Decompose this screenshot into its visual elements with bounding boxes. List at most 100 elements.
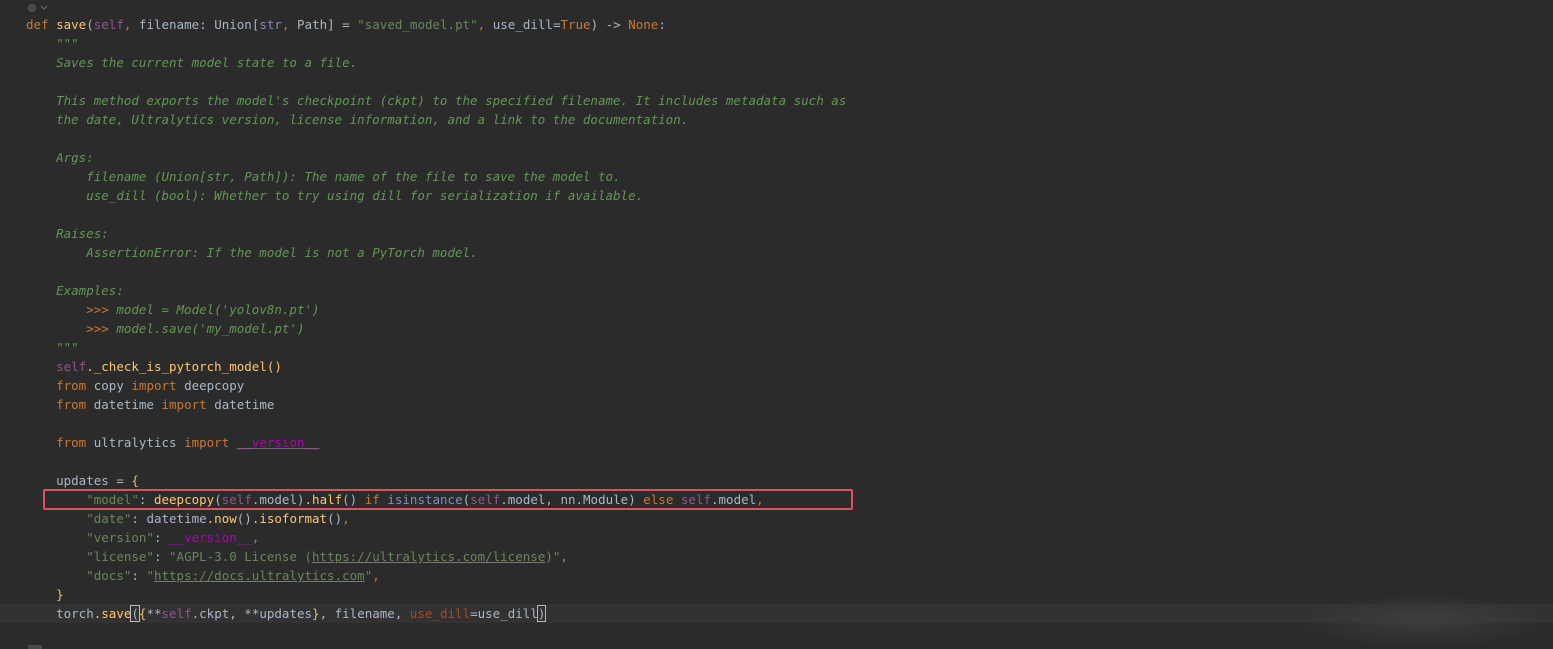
keyword-else: else: [643, 492, 674, 507]
code-line-license: "license": "AGPL-3.0 License (https://ul…: [86, 549, 568, 564]
code-line-def: def save(self, filename: Union[str, Path…: [26, 17, 666, 32]
module-ref: torch: [56, 606, 94, 621]
self-ref: self: [161, 606, 192, 621]
docs-link[interactable]: https://docs.ultralytics.com: [154, 568, 365, 583]
code-line-doc-close: """: [26, 338, 1553, 357]
docstring-text: Raises:: [56, 226, 109, 241]
docstring-text: use_dill (bool): Whether to try using di…: [86, 188, 644, 203]
keyword-from: from: [56, 435, 87, 450]
fold-icon[interactable]: [27, 1, 57, 15]
code-line-ex2: >>> model.save('my_model.pt'): [26, 319, 1553, 338]
docstring-text: Saves the current model state to a file.: [56, 55, 358, 70]
method-call: ._check_is_pytorch_model(): [86, 359, 282, 374]
module-name: datetime: [93, 397, 154, 412]
dict-key: "version": [86, 530, 154, 545]
arguments: , filename,: [319, 606, 410, 621]
code-line-version: "version": __version__,: [86, 530, 260, 545]
literal-none: None: [628, 17, 659, 32]
docstring-text: Examples:: [56, 283, 124, 298]
docstring-text: AssertionError: If the model is not a Py…: [86, 245, 478, 260]
self-ref: self: [470, 492, 501, 507]
self-ref: self: [56, 359, 87, 374]
editor-gutter: [0, 0, 27, 649]
self-ref: self: [680, 492, 711, 507]
docstring-quote: """: [56, 36, 79, 51]
param-self: self: [93, 17, 124, 32]
dict-key: "docs": [86, 568, 132, 583]
keyword-import: import: [161, 397, 207, 412]
code-editor[interactable]: def save(self, filename: Union[str, Path…: [0, 0, 1553, 649]
type-union: Union: [214, 17, 252, 32]
dict-brace: {: [131, 473, 139, 488]
code-line-docs: "docs": "https://docs.ultralytics.com",: [86, 568, 380, 583]
code-line-ex1: >>> model = Model('yolov8n.pt'): [26, 300, 1553, 319]
param-use-dill: use_dill: [492, 17, 553, 32]
unpack-operator: **: [146, 606, 162, 621]
keyword-from: from: [56, 397, 87, 412]
colon: :: [658, 17, 666, 32]
import-name: __version__: [236, 435, 320, 450]
type-str: str: [259, 17, 282, 32]
docstring-text: model = Model('yolov8n.pt'): [116, 302, 320, 317]
method-call: .save: [93, 606, 132, 621]
license-link[interactable]: https://ultralytics.com/license: [312, 549, 545, 564]
return-arrow: ->: [598, 17, 629, 32]
code-line-raises: Raises:: [26, 224, 1553, 243]
keyword-argument: use_dill: [409, 606, 471, 621]
default-filename: "saved_model.pt": [357, 17, 478, 32]
attribute: .model: [711, 492, 757, 507]
string-literal: "AGPL-3.0 License (: [169, 549, 313, 564]
code-line-raise1: AssertionError: If the model is not a Py…: [26, 243, 1553, 262]
type-path: Path: [297, 17, 328, 32]
method-call: .isoformat: [251, 511, 328, 526]
keyword-import: import: [184, 435, 230, 450]
string-literal: )": [545, 549, 561, 564]
module-name: ultralytics: [93, 435, 177, 450]
code-line-examples: Examples:: [26, 281, 1553, 300]
module-ref: datetime: [146, 511, 207, 526]
code-line-args: Args:: [26, 148, 1553, 167]
code-line-arg1: filename (Union[str, Path]): The name of…: [26, 167, 1553, 186]
code-area[interactable]: def save(self, filename: Union[str, Path…: [0, 15, 1553, 623]
code-line-doc2: This method exports the model's checkpoi…: [26, 91, 1553, 110]
dict-key: "license": [86, 549, 154, 564]
keyword-from: from: [56, 378, 87, 393]
dict-key: "model": [86, 492, 139, 507]
docstring-quote: """: [56, 340, 79, 355]
param-filename: filename: [138, 17, 200, 32]
literal-true: True: [560, 17, 591, 32]
code-line-import-copy: from copy import deepcopy: [26, 376, 1553, 395]
code-line-date: "date": datetime.now().isoformat(),: [86, 511, 350, 526]
dunder-ref: __version__: [169, 530, 252, 545]
scroll-marker: [28, 645, 42, 649]
code-line-arg2: use_dill (bool): Whether to try using di…: [26, 186, 1553, 205]
module-name: copy: [93, 378, 124, 393]
docstring-text: Args:: [56, 150, 94, 165]
keyword-import: import: [131, 378, 177, 393]
watermark-area: [1293, 594, 1553, 649]
argument-value: =use_dill: [470, 606, 538, 621]
keyword-if: if: [364, 492, 380, 507]
colon: :: [199, 17, 215, 32]
docstring-text: This method exports the model's checkpoi…: [56, 93, 847, 108]
arguments: .ckpt, **updates: [191, 606, 313, 621]
variable-assign: updates =: [56, 473, 132, 488]
import-name: deepcopy: [184, 378, 245, 393]
import-name: datetime: [214, 397, 275, 412]
code-line-updates: updates = {: [26, 471, 1553, 490]
dict-key: "date": [86, 511, 132, 526]
method-call: .half: [304, 492, 343, 507]
docstring-text: the date, Ultralytics version, license i…: [56, 112, 689, 127]
code-line-import-datetime: from datetime import datetime: [26, 395, 1553, 414]
self-ref: self: [221, 492, 252, 507]
code-line-doc-open: """: [26, 34, 1553, 53]
attribute: .model: [251, 492, 297, 507]
method-call: .now: [206, 511, 237, 526]
function-name: save: [56, 17, 87, 32]
docstring-text: model.save('my_model.pt'): [116, 321, 305, 336]
